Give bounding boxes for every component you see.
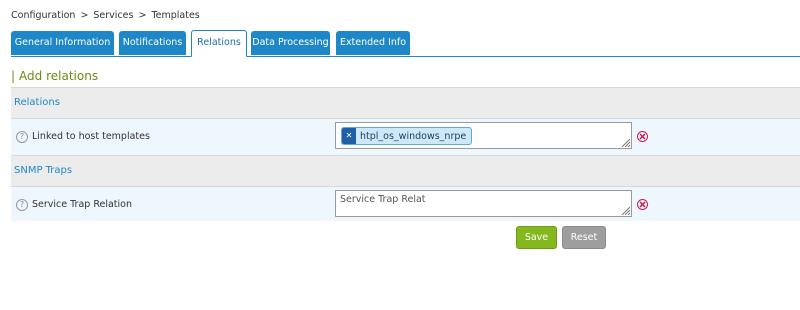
remove-tag-icon[interactable]: ✕: [342, 128, 356, 144]
relations-header: Relations: [11, 87, 800, 119]
linked-host-templates-label: Linked to host templates: [32, 131, 150, 142]
tab-relations[interactable]: Relations: [191, 30, 247, 57]
resize-grip-icon[interactable]: [620, 137, 630, 147]
host-template-tag: ✕ htpl_os_windows_nrpe: [341, 127, 473, 145]
breadcrumb-templates[interactable]: Templates: [151, 10, 199, 21]
clear-icon[interactable]: [637, 199, 648, 210]
section-title: | Add relations: [11, 69, 98, 83]
linked-host-templates-field[interactable]: ✕ htpl_os_windows_nrpe: [335, 122, 632, 149]
section-title-bar: |: [11, 69, 16, 83]
breadcrumb-services[interactable]: Services: [93, 10, 133, 21]
reset-button[interactable]: Reset: [562, 226, 606, 249]
service-trap-relation-field[interactable]: Service Trap Relat: [335, 190, 632, 217]
help-icon[interactable]: ?: [16, 131, 28, 143]
breadcrumb-separator: >: [138, 10, 147, 21]
section-title-text: Add relations: [19, 69, 99, 83]
host-template-tag-label: htpl_os_windows_nrpe: [360, 130, 467, 142]
service-trap-relation-label: Service Trap Relation: [32, 199, 132, 210]
help-icon[interactable]: ?: [16, 199, 28, 211]
clear-icon[interactable]: [637, 131, 648, 142]
tab-data-processing[interactable]: Data Processing: [251, 31, 330, 55]
tab-extended-info[interactable]: Extended Info: [336, 31, 410, 55]
tab-bar: General Information Notifications Relati…: [11, 30, 800, 57]
breadcrumb-separator: >: [80, 10, 89, 21]
tab-general-information[interactable]: General Information: [11, 31, 114, 55]
breadcrumb-configuration[interactable]: Configuration: [11, 10, 75, 21]
resize-grip-icon[interactable]: [620, 205, 630, 215]
snmp-traps-header: SNMP Traps: [11, 155, 800, 187]
save-button[interactable]: Save: [516, 226, 557, 249]
service-trap-relation-placeholder: Service Trap Relat: [340, 194, 426, 205]
tab-notifications[interactable]: Notifications: [119, 31, 186, 55]
breadcrumb: Configuration > Services > Templates: [11, 10, 200, 21]
